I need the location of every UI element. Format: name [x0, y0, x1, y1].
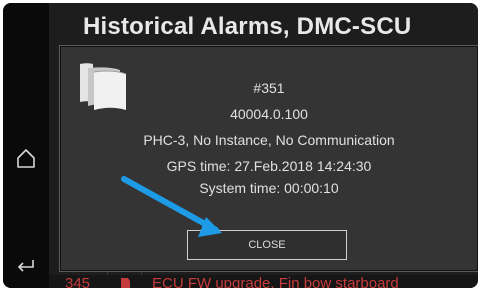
home-icon	[17, 149, 35, 168]
back-button[interactable]	[11, 251, 41, 281]
alarm-row-345[interactable]: 345 ECU FW upgrade. Fin bow starboard	[49, 275, 478, 288]
alarm-number: 345	[65, 275, 91, 288]
alarm-code: 40004.0.100	[230, 106, 308, 122]
side-navigation	[3, 3, 50, 288]
page-title: Historical Alarms, DMC-SCU	[83, 13, 412, 40]
home-button[interactable]	[11, 143, 41, 173]
alarm-description: PHC-3, No Instance, No Communication	[143, 132, 395, 148]
alarm-description: ECU FW upgrade. Fin bow starboard	[152, 275, 399, 288]
alarm-number: #351	[253, 80, 285, 96]
system-time: System time: 00:00:10	[199, 180, 339, 196]
back-icon	[17, 260, 34, 272]
gps-time: GPS time: 27.Feb.2018 14:24:30	[166, 158, 372, 174]
close-button[interactable]: CLOSE	[187, 230, 347, 260]
alarm-details-dialog: #351 40004.0.100 PHC-3, No Instance, No …	[59, 45, 478, 272]
device-screen: Historical Alarms, DMC-SCU 345 ECU FW up…	[3, 3, 478, 288]
alarm-severity-icon	[121, 278, 130, 288]
